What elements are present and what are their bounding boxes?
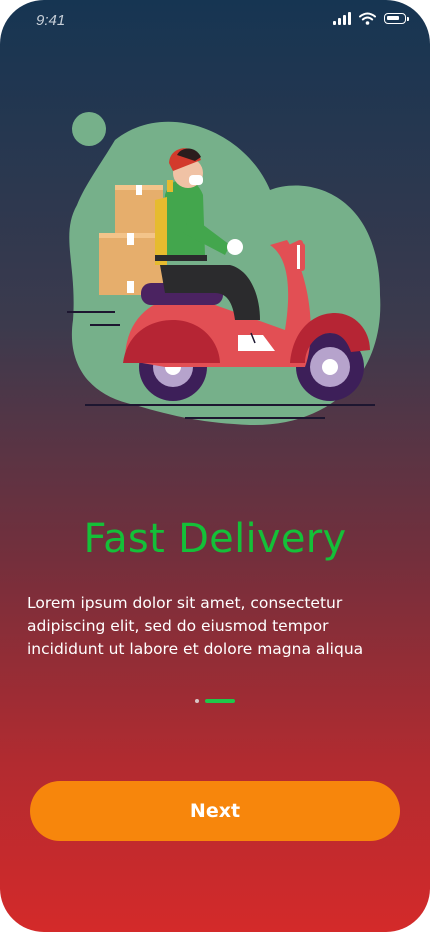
next-button[interactable]: Next — [30, 781, 400, 841]
delivery-scooter-illustration — [67, 112, 381, 426]
page-indicator — [195, 699, 235, 703]
page-dot-1[interactable] — [195, 699, 199, 703]
status-time: 9:41 — [36, 12, 66, 29]
onboarding-description: Lorem ipsum dolor sit amet, consectetur … — [27, 594, 364, 658]
onboarding-screen: 9:41 Fast Delivery Lorem ipsum dolor sit… — [0, 0, 430, 932]
page-dot-2-active[interactable] — [205, 699, 235, 703]
cellular-signal-icon — [333, 12, 351, 25]
wifi-icon — [359, 12, 376, 25]
onboarding-title: Fast Delivery — [83, 516, 347, 562]
status-bar: 9:41 — [0, 0, 430, 44]
battery-icon — [384, 13, 409, 24]
status-icons — [333, 12, 409, 25]
